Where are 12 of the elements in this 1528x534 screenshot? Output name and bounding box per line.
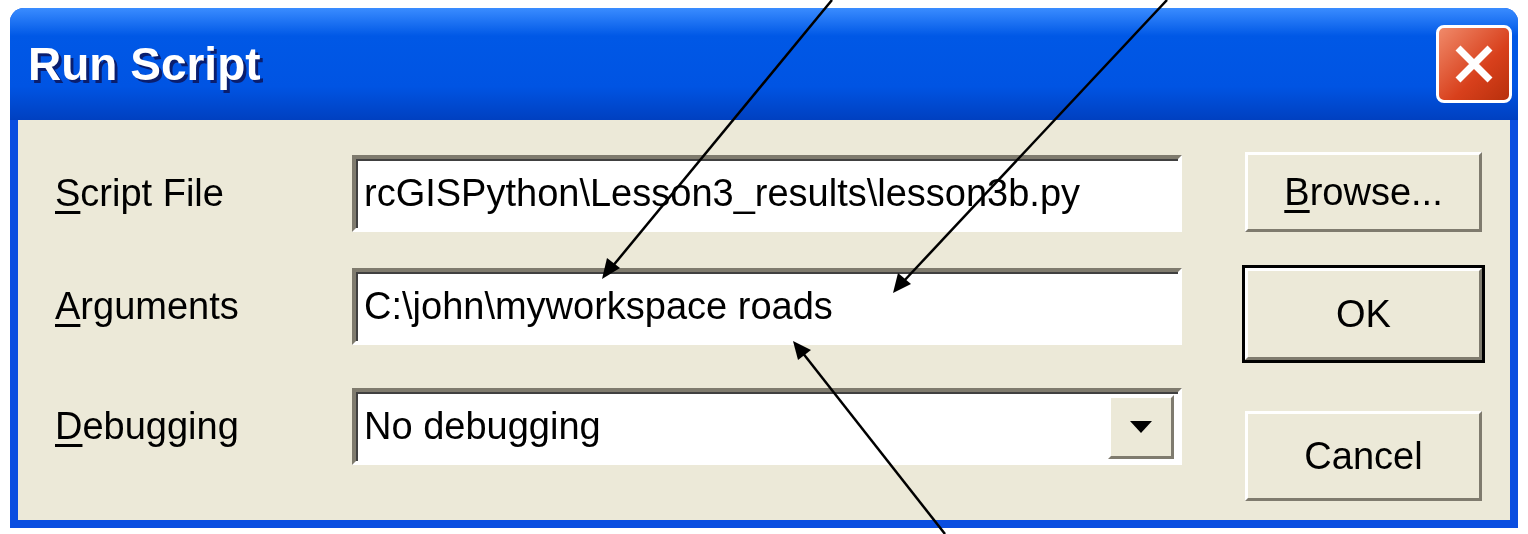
field-label: Debugging: [55, 407, 240, 445]
field-label: Arguments: [55, 287, 240, 325]
window-title: Run Script: [28, 36, 261, 92]
input-field[interactable]: C:\john\myworkspace roads: [352, 268, 1182, 345]
dropdown-button[interactable]: [1108, 394, 1174, 459]
field-label: Script File: [55, 174, 225, 212]
dialog-button[interactable]: Cancel: [1245, 411, 1482, 501]
close-button[interactable]: [1436, 25, 1512, 103]
dropdown[interactable]: No debugging: [352, 388, 1182, 465]
dialog-button[interactable]: OK: [1245, 268, 1482, 360]
caret-icon: [1130, 420, 1152, 433]
dialog-button[interactable]: Browse...: [1245, 152, 1482, 232]
